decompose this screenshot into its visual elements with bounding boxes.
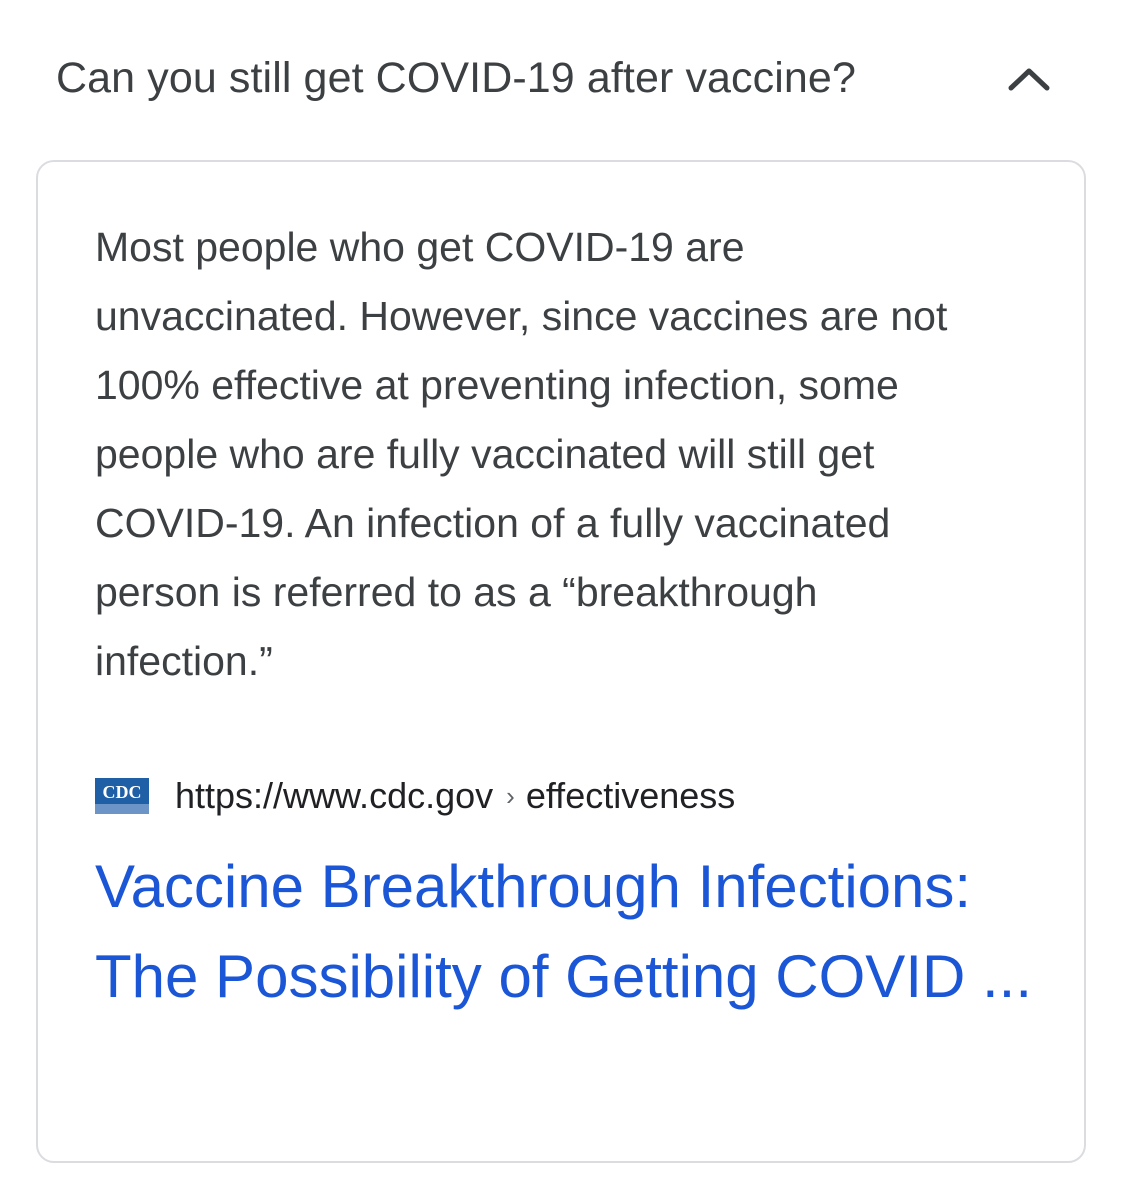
source-path[interactable]: effectiveness bbox=[526, 775, 735, 817]
result-title-link[interactable]: Vaccine Breakthrough Infections: The Pos… bbox=[95, 842, 1035, 1022]
chevron-up-icon[interactable] bbox=[1003, 58, 1055, 98]
faq-question-row[interactable]: Can you still get COVID-19 after vaccine… bbox=[0, 0, 1125, 150]
source-citation[interactable]: CDC https://www.cdc.gov › effectiveness bbox=[95, 772, 735, 820]
faq-question[interactable]: Can you still get COVID-19 after vaccine… bbox=[56, 50, 856, 106]
cdc-logo-icon: CDC bbox=[95, 778, 149, 814]
breadcrumb-separator: › bbox=[506, 780, 515, 811]
answer-text: Most people who get COVID-19 are unvacci… bbox=[95, 224, 948, 684]
cdc-logo-text: CDC bbox=[103, 782, 142, 802]
source-url[interactable]: https://www.cdc.gov bbox=[175, 775, 493, 817]
answer-card: Most people who get COVID-19 are unvacci… bbox=[36, 160, 1086, 1163]
